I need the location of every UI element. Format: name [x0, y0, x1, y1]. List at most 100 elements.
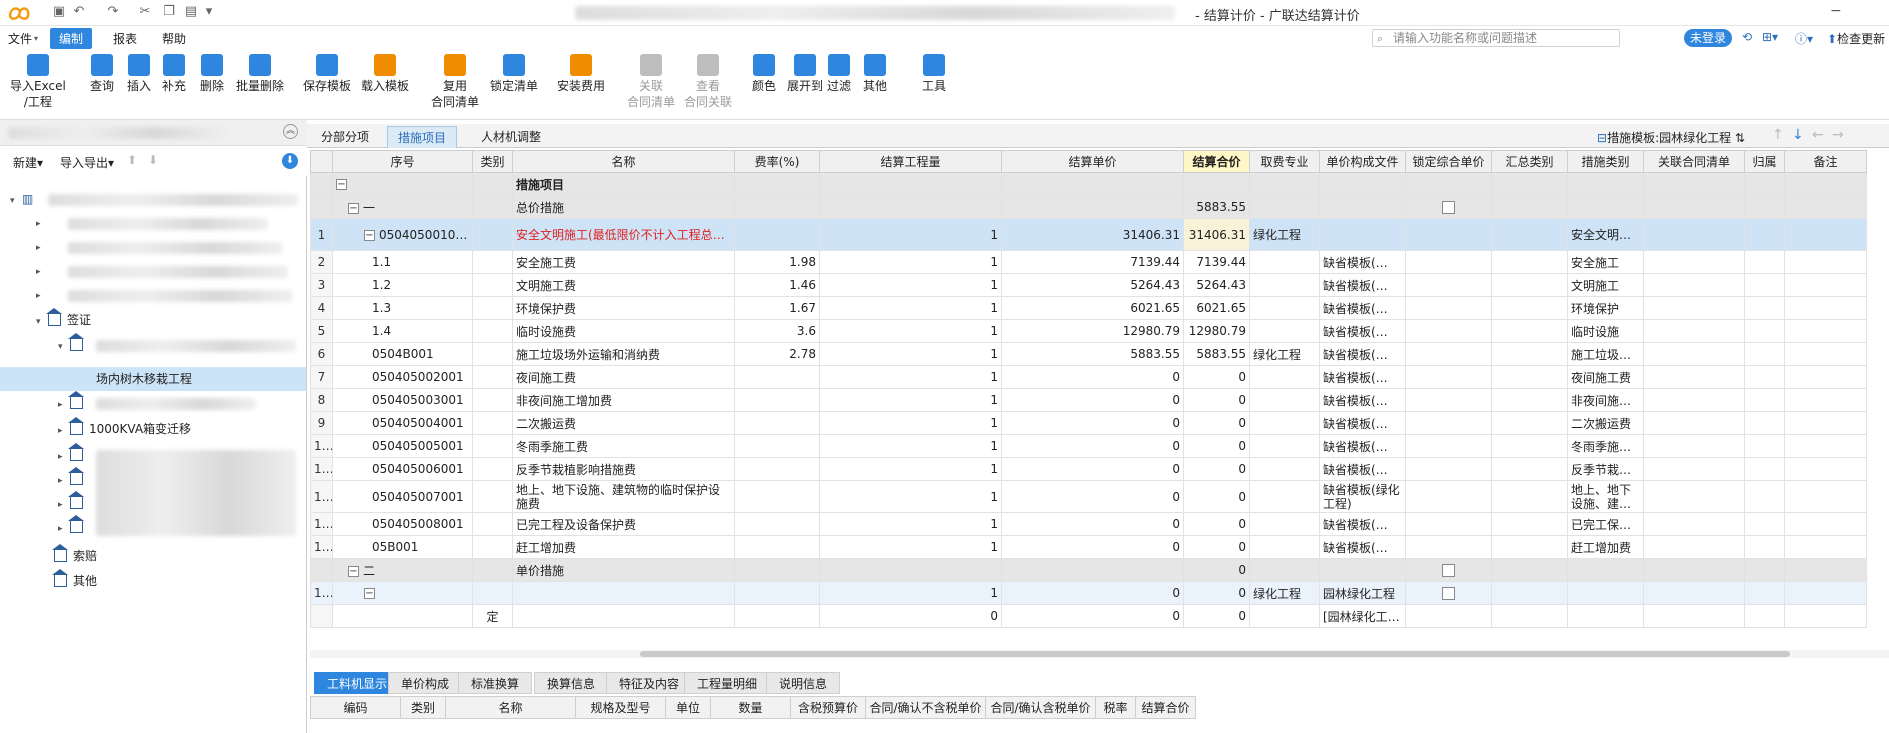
- cell-mtype[interactable]: [1567, 581, 1644, 605]
- column-header[interactable]: 关联合同清单: [1643, 150, 1745, 173]
- cell-file[interactable]: 缺省模板(…: [1319, 342, 1406, 366]
- tree-caret[interactable]: ▸: [58, 443, 89, 466]
- cell-file[interactable]: 缺省模板(…: [1319, 319, 1406, 343]
- cell-cat[interactable]: [472, 558, 513, 582]
- cell-note[interactable]: [1784, 218, 1867, 251]
- tree-caret[interactable]: ▾: [58, 333, 89, 356]
- cell-lock[interactable]: [1405, 296, 1492, 320]
- table-row[interactable]: 1−050405001001 安全文明施工(最低限价不计入工程总造价) 1 31406…: [310, 218, 1867, 251]
- cell-link[interactable]: [1643, 535, 1745, 559]
- cell-name[interactable]: 安全文明施工(最低限价不计入工程总造价): [512, 218, 735, 251]
- cell-mtype[interactable]: 赶工增加费: [1567, 535, 1644, 559]
- detail-tab[interactable]: 标准换算: [458, 672, 533, 694]
- row-number[interactable]: 5: [310, 319, 333, 343]
- table-row[interactable]: 6 0504B001 施工垃圾场外运输和消纳费 2.78 1 5883.55 5883.55…: [310, 342, 1867, 366]
- detail-tab[interactable]: 特征及内容: [606, 672, 693, 694]
- cell-qty[interactable]: 1: [819, 250, 1002, 274]
- cell-mtype[interactable]: 安全施工: [1567, 250, 1644, 274]
- cell-name[interactable]: 反季节栽植影响措施费: [512, 457, 735, 481]
- tab-labor-material[interactable]: 人材机调整: [471, 126, 551, 148]
- cell-belong[interactable]: [1744, 218, 1785, 251]
- arrow-right-icon[interactable]: →: [1832, 127, 1844, 143]
- tree-caret[interactable]: ▸: [36, 211, 48, 233]
- toolbar-button-filter[interactable]: 过滤: [827, 54, 851, 94]
- cell-price[interactable]: 0: [1001, 457, 1184, 481]
- column-header[interactable]: 费率(%): [734, 150, 820, 173]
- row-number[interactable]: [310, 172, 333, 196]
- cell-mtype[interactable]: 文明施工: [1567, 273, 1644, 297]
- cell-note[interactable]: [1784, 535, 1867, 559]
- cell-total[interactable]: 5883.55: [1183, 342, 1250, 366]
- tab-sub-items[interactable]: 分部分项: [311, 126, 379, 148]
- column-header[interactable]: 名称: [512, 150, 735, 173]
- arrow-left-icon[interactable]: ←: [1812, 127, 1824, 143]
- tree-caret[interactable]: ▸: [58, 391, 89, 414]
- cell-price[interactable]: 0: [1001, 480, 1184, 513]
- cell-fee[interactable]: [1249, 319, 1320, 343]
- cell-name[interactable]: [512, 604, 735, 628]
- cell-price[interactable]: [1001, 172, 1184, 196]
- cell-price[interactable]: 0: [1001, 604, 1184, 628]
- cell-file[interactable]: 缺省模板(…: [1319, 273, 1406, 297]
- cell-total[interactable]: [1183, 172, 1250, 196]
- cell-sum[interactable]: [1491, 558, 1568, 582]
- cell-qty[interactable]: 1: [819, 319, 1002, 343]
- cell-cat[interactable]: [472, 195, 513, 219]
- cell-qty[interactable]: 1: [819, 342, 1002, 366]
- cell-total[interactable]: 7139.44: [1183, 250, 1250, 274]
- cell-note[interactable]: [1784, 365, 1867, 389]
- column-header[interactable]: 结算工程量: [819, 150, 1002, 173]
- cell-cat[interactable]: [472, 296, 513, 320]
- cell-name[interactable]: 赶工增加费: [512, 535, 735, 559]
- collapse-toggle-icon[interactable]: −: [348, 202, 359, 214]
- toolbar-button-tool[interactable]: 工具: [922, 54, 946, 94]
- cell-belong[interactable]: [1744, 172, 1785, 196]
- cell-note[interactable]: [1784, 319, 1867, 343]
- cell-lock[interactable]: [1405, 218, 1492, 251]
- refresh-icon[interactable]: ⟲: [1742, 30, 1752, 44]
- cell-file[interactable]: 缺省模板(…: [1319, 388, 1406, 412]
- more-icon[interactable]: ▾: [200, 4, 218, 22]
- cell-cat[interactable]: [472, 457, 513, 481]
- cell-mtype[interactable]: 地上、地下设施、建…: [1567, 480, 1644, 513]
- cell-belong[interactable]: [1744, 457, 1785, 481]
- cell-sum[interactable]: [1491, 434, 1568, 458]
- import-export-button[interactable]: 导入导出▾: [60, 154, 114, 171]
- cell-fee[interactable]: [1249, 512, 1320, 536]
- cell-name[interactable]: 措施项目: [512, 172, 735, 196]
- cell-qty[interactable]: 1: [819, 512, 1002, 536]
- copy-icon[interactable]: ❐: [160, 4, 178, 22]
- cell-price[interactable]: 0: [1001, 535, 1184, 559]
- cell-sum[interactable]: [1491, 512, 1568, 536]
- cell-sum[interactable]: [1491, 365, 1568, 389]
- cell-price[interactable]: 7139.44: [1001, 250, 1184, 274]
- cell-cat[interactable]: [472, 581, 513, 605]
- cell-link[interactable]: [1643, 319, 1745, 343]
- cell-mtype[interactable]: 非夜间施…: [1567, 388, 1644, 412]
- cell-mtype[interactable]: 环境保护: [1567, 296, 1644, 320]
- cell-rate[interactable]: [734, 388, 820, 412]
- cell-fee[interactable]: [1249, 604, 1320, 628]
- tree-item-other[interactable]: 其他: [52, 569, 97, 592]
- cell-qty[interactable]: [819, 172, 1002, 196]
- cell-qty[interactable]: 1: [819, 273, 1002, 297]
- cell-fee[interactable]: [1249, 434, 1320, 458]
- cell-belong[interactable]: [1744, 512, 1785, 536]
- cell-cat[interactable]: [472, 434, 513, 458]
- toolbar-button-import-excel[interactable]: 导入Excel/工程: [10, 54, 66, 110]
- cell-code[interactable]: − 二: [332, 558, 473, 582]
- cell-file[interactable]: [1319, 172, 1406, 196]
- cell-belong[interactable]: [1744, 558, 1785, 582]
- cell-qty[interactable]: 1: [819, 411, 1002, 435]
- cell-note[interactable]: [1784, 434, 1867, 458]
- cell-code[interactable]: 05B001: [332, 535, 473, 559]
- cell-note[interactable]: [1784, 342, 1867, 366]
- cell-mtype[interactable]: 夜间施工费: [1567, 365, 1644, 389]
- cell-code[interactable]: −050405001001: [332, 218, 473, 251]
- cell-fee[interactable]: [1249, 480, 1320, 513]
- cut-icon[interactable]: ✂: [136, 4, 154, 22]
- table-row[interactable]: 2 1.1 安全施工费 1.98 1 7139.44 7139.44 缺省模板(… 安全施工: [310, 250, 1867, 274]
- column-header[interactable]: 取费专业: [1249, 150, 1320, 173]
- detail-column-header[interactable]: 合同/确认含税单价: [985, 696, 1096, 719]
- cell-link[interactable]: [1643, 195, 1745, 219]
